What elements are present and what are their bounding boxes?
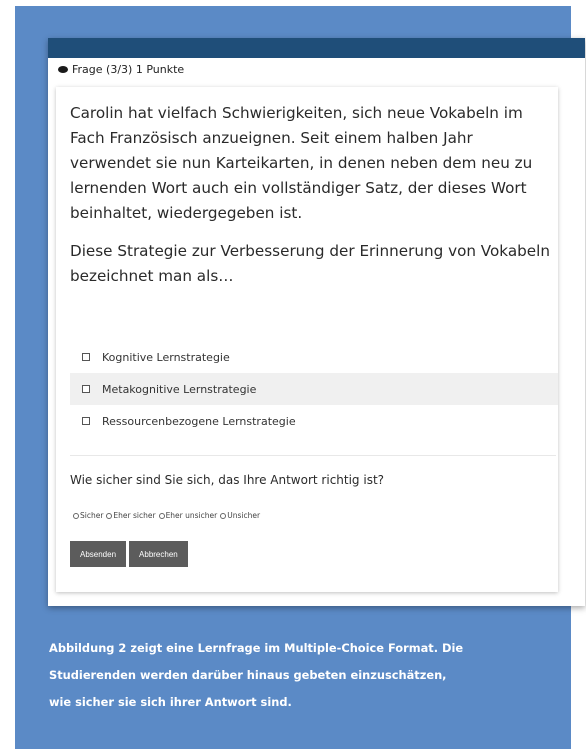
answer-option-label: Ressourcenbezogene Lernstrategie [102, 414, 296, 428]
confidence-choice-label[interactable]: Eher sicher [113, 511, 155, 520]
caption-line: Studierenden werden darüber hinaus gebet… [49, 668, 447, 682]
question-body: Carolin hat vielfach Schwierigkeiten, si… [56, 87, 558, 592]
answer-option[interactable]: Ressourcenbezogene Lernstrategie [70, 405, 558, 437]
confidence-choice-label[interactable]: Unsicher [227, 511, 260, 520]
question-header: Frage (3/3) 1 Punkte [48, 58, 585, 80]
checkbox[interactable] [82, 417, 90, 425]
answer-option[interactable]: Metakognitive Lernstrategie [70, 373, 558, 405]
action-buttons: Absenden Abbrechen [70, 541, 188, 567]
checkbox[interactable] [82, 385, 90, 393]
submit-button[interactable]: Absenden [70, 541, 127, 567]
question-text: Carolin hat vielfach Schwierigkeiten, si… [70, 101, 550, 302]
confidence-question: Wie sicher sind Sie sich, das Ihre Antwo… [70, 473, 385, 487]
confidence-choice-label[interactable]: Sicher [80, 511, 103, 520]
question-header-title: Frage (3/3) 1 Punkte [72, 62, 185, 76]
answer-option-label: Kognitive Lernstrategie [102, 350, 230, 364]
caption-line: Abbildung 2 zeigt eine Lernfrage im Mult… [49, 641, 464, 655]
checkbox[interactable] [82, 353, 90, 361]
quiz-top-bar [48, 38, 585, 58]
speech-bubble-icon [58, 65, 68, 73]
confidence-choices: Sicher Eher sicher Eher unsicher Unsiche… [70, 511, 260, 520]
radio-button[interactable] [73, 512, 79, 519]
radio-button[interactable] [158, 512, 165, 519]
question-paragraph-2: Diese Strategie zur Verbesserung der Eri… [70, 242, 550, 285]
divider [70, 455, 556, 456]
answer-option[interactable]: Kognitive Lernstrategie [70, 341, 558, 373]
radio-button[interactable] [106, 512, 113, 519]
confidence-choice-label[interactable]: Eher unsicher [166, 511, 218, 520]
answer-options: Kognitive Lernstrategie Metakognitive Le… [70, 341, 558, 437]
cancel-button[interactable]: Abbrechen [129, 541, 188, 567]
caption-line: wie sicher sie sich ihrer Antwort sind. [49, 695, 292, 709]
radio-button[interactable] [220, 512, 227, 519]
answer-option-label: Metakognitive Lernstrategie [102, 382, 257, 396]
figure-caption: Abbildung 2 zeigt eine Lernfrage im Mult… [49, 635, 569, 716]
question-paragraph-1: Carolin hat vielfach Schwierigkeiten, si… [70, 104, 533, 222]
quiz-card: Frage (3/3) 1 Punkte Carolin hat vielfac… [48, 38, 585, 606]
